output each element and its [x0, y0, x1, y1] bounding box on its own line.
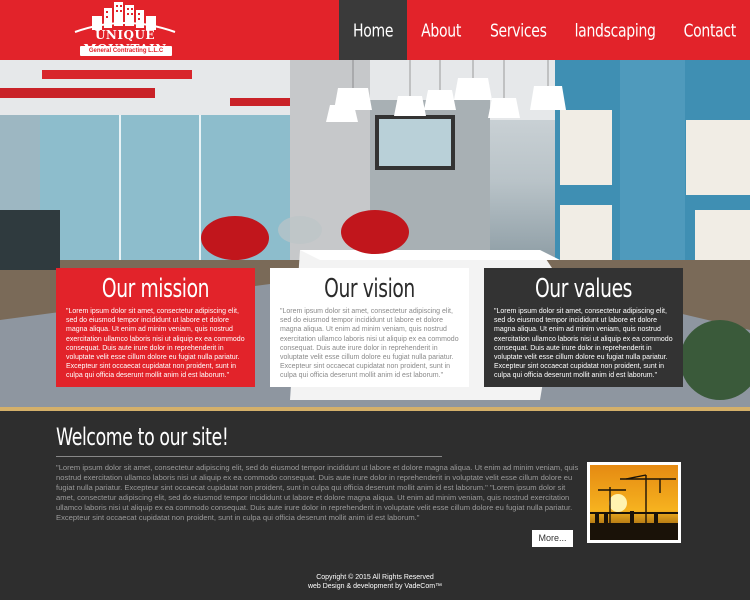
- vision-text: "Lorem ipsum dolor sit amet, consectetur…: [280, 308, 459, 380]
- values-title: Our values: [534, 274, 633, 304]
- nav-services[interactable]: Services: [476, 0, 561, 68]
- copyright-text: Copyright © 2015 All Rights Reserved: [316, 574, 434, 581]
- values-text: "Lorem ipsum dolor sit amet, consectetur…: [494, 308, 673, 380]
- logo-subtitle: General Contracting L.L.C: [80, 46, 172, 56]
- values-box: Our values "Lorem ipsum dolor sit amet, …: [484, 268, 683, 387]
- nav-home[interactable]: Home: [339, 0, 408, 68]
- site-header: UNIQUE MOUNTAIN General Contracting L.L.…: [0, 0, 750, 119]
- more-button[interactable]: More...: [532, 530, 573, 547]
- mission-text: "Lorem ipsum dolor sit amet, consectetur…: [66, 308, 245, 380]
- welcome-text: "Lorem ipsum dolor sit amet, consectetur…: [56, 463, 579, 522]
- vision-box: Our vision "Lorem ipsum dolor sit amet, …: [270, 268, 469, 387]
- footer: Copyright © 2015 All Rights Reserved web…: [0, 573, 750, 591]
- main-nav: Home About us Services landscaping Conta…: [339, 0, 750, 119]
- welcome-title: Welcome to our site!: [56, 423, 229, 451]
- mission-box: Our mission "Lorem ipsum dolor sit amet,…: [56, 268, 255, 387]
- welcome-divider: [56, 456, 442, 457]
- construction-sunset-image: [590, 465, 678, 540]
- hero-banner: Our mission "Lorem ipsum dolor sit amet,…: [0, 60, 750, 407]
- mission-title: Our mission: [101, 274, 210, 304]
- nav-contact-us[interactable]: Contact us: [670, 0, 750, 119]
- construction-thumbnail[interactable]: [587, 462, 681, 543]
- company-logo[interactable]: UNIQUE MOUNTAIN General Contracting L.L.…: [60, 2, 190, 58]
- nav-landscaping[interactable]: landscaping: [561, 0, 670, 68]
- nav-about-us[interactable]: About us: [407, 0, 476, 119]
- vision-title: Our vision: [324, 274, 415, 304]
- welcome-section: Welcome to our site! "Lorem ipsum dolor …: [0, 411, 750, 600]
- credit-text: web Design & development by VadeCom™: [307, 583, 443, 590]
